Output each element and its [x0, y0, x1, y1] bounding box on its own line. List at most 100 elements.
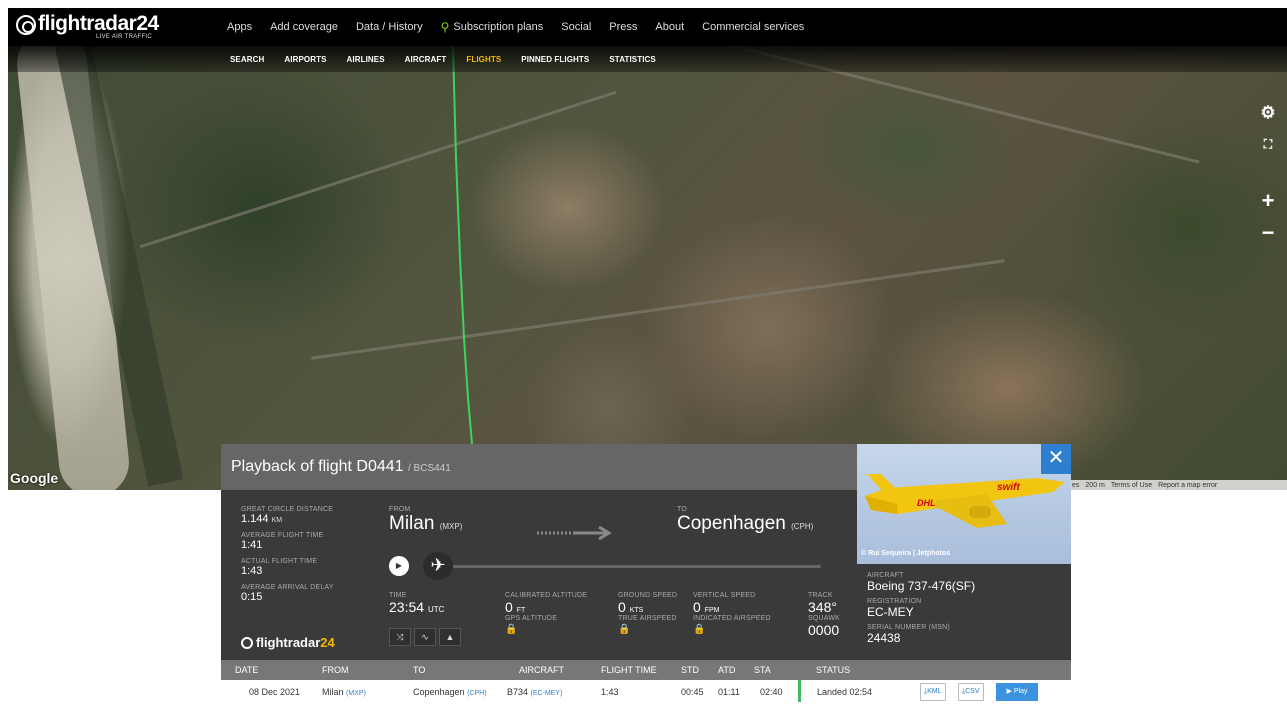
- close-icon[interactable]: ✕: [1041, 444, 1071, 474]
- collapse-icon[interactable]: ⤨: [389, 628, 411, 646]
- cal-alt-unit: FT: [516, 607, 526, 614]
- playback-slider[interactable]: [453, 565, 821, 568]
- from-code: (MXP): [439, 522, 463, 531]
- radar-logo-icon: [16, 15, 36, 35]
- zoom-in-icon[interactable]: +: [1255, 188, 1281, 214]
- aircraft-image: swift DHL: [865, 474, 1065, 528]
- subnav-search[interactable]: SEARCH: [220, 55, 274, 64]
- terms-link[interactable]: Terms of Use: [1111, 482, 1152, 489]
- nav-social[interactable]: Social: [552, 21, 600, 33]
- subnav-airports[interactable]: AIRPORTS: [274, 55, 336, 64]
- col-status: STATUS: [816, 665, 851, 675]
- row-aircraft-reg[interactable]: (EC-MEY): [531, 690, 563, 697]
- logo-number: 24: [136, 12, 159, 35]
- report-error-link[interactable]: Report a map error: [1158, 482, 1217, 489]
- download-csv-button[interactable]: ⤓CSV: [958, 683, 984, 701]
- subnav-aircraft[interactable]: AIRCRAFT: [395, 55, 457, 64]
- map-road: [311, 259, 1005, 360]
- kml-label: KML: [927, 688, 942, 695]
- lock-icon[interactable]: 🔒: [618, 624, 677, 635]
- to-code: (CPH): [791, 522, 814, 531]
- from-city: Milan (MXP): [389, 513, 462, 535]
- from-city-name: Milan: [389, 513, 435, 534]
- track-squawk: TRACK 348° SQUAWK 0000: [808, 592, 840, 638]
- logo-text: flightradar24: [38, 12, 159, 36]
- table-row[interactable]: 08 Dec 2021 Milan (MXP) Copenhagen (CPH)…: [221, 680, 1071, 704]
- gear-icon[interactable]: ⚙: [1255, 100, 1281, 126]
- play-button[interactable]: ▶: [389, 556, 409, 576]
- lock-icon[interactable]: 🔒: [693, 624, 771, 635]
- nav-data-history[interactable]: Data / History: [347, 21, 432, 33]
- subnav-airlines[interactable]: AIRLINES: [337, 55, 395, 64]
- row-date: 08 Dec 2021: [249, 687, 301, 697]
- nav-commercial-services[interactable]: Commercial services: [693, 21, 813, 33]
- row-to-city: Copenhagen: [413, 687, 465, 697]
- route-line-icon[interactable]: ∿: [414, 628, 436, 646]
- download-kml-button[interactable]: ⤓KML: [920, 683, 946, 701]
- map-attribution: es 200 m Terms of Use Report a map error: [1068, 480, 1287, 490]
- nav-press[interactable]: Press: [600, 21, 646, 33]
- to-label: TO: [677, 506, 687, 513]
- route-to: TO Copenhagen (CPH): [677, 506, 813, 535]
- panel-body: GREAT CIRCLE DISTANCE 1.144 KM AVERAGE F…: [221, 490, 857, 660]
- actual-time-label: ACTUAL FLIGHT TIME: [241, 558, 318, 565]
- serial-label: SERIAL NUMBER (MSN): [867, 624, 950, 631]
- fullscreen-icon[interactable]: ⛶: [1255, 131, 1281, 157]
- route-from: FROM Milan (MXP): [389, 506, 462, 535]
- altitude-graph-icon[interactable]: ▲: [439, 628, 461, 646]
- cal-alt-label: CALIBRATED ALTITUDE: [505, 592, 588, 599]
- col-from: FROM: [322, 665, 349, 675]
- nav-add-coverage[interactable]: Add coverage: [261, 21, 347, 33]
- avg-delay-value: 0:15: [241, 591, 263, 603]
- vert-speed-number: 0: [693, 599, 701, 615]
- aircraft-panel: swift DHL © Rui Sequeira | Jetphotos ✕ A…: [857, 444, 1071, 660]
- route-arrow-icon: [537, 526, 612, 540]
- flight-stats: GREAT CIRCLE DISTANCE 1.144 KM AVERAGE F…: [241, 506, 371, 610]
- serial-value: 24438: [867, 631, 901, 645]
- row-from-city: Milan: [322, 687, 344, 697]
- flights-table-header: DATE FROM TO AIRCRAFT FLIGHT TIME STD AT…: [221, 660, 1071, 680]
- nav-about[interactable]: About: [646, 21, 693, 33]
- cal-alt-number: 0: [505, 599, 513, 615]
- gcd-value: 1.144 KM: [241, 513, 371, 525]
- nav-subscription-label: Subscription plans: [453, 21, 544, 33]
- subnav-statistics[interactable]: STATISTICS: [599, 55, 665, 64]
- zoom-out-icon[interactable]: −: [1255, 220, 1281, 246]
- row-from-code[interactable]: (MXP): [346, 690, 366, 697]
- subnav-flights[interactable]: FLIGHTS: [456, 55, 511, 64]
- row-to: Copenhagen (CPH): [413, 680, 487, 704]
- row-to-code[interactable]: (CPH): [467, 690, 486, 697]
- nav-apps[interactable]: Apps: [218, 21, 261, 33]
- play-row-button[interactable]: ▶ Play: [996, 683, 1038, 701]
- livery-swift-text: swift: [997, 482, 1020, 493]
- avg-delay-label: AVERAGE ARRIVAL DELAY: [241, 584, 334, 591]
- aircraft-photo[interactable]: swift DHL © Rui Sequeira | Jetphotos: [857, 444, 1071, 564]
- actual-time-value: 1:43: [241, 565, 263, 577]
- panel-fr24-logo: flightradar24: [241, 635, 335, 650]
- photo-credit[interactable]: © Rui Sequeira | Jetphotos: [861, 550, 950, 557]
- ground-speed-label: GROUND SPEED: [618, 592, 678, 599]
- airplane-icon[interactable]: ✈: [423, 552, 453, 580]
- sub-navbar: SEARCH AIRPORTS AIRLINES AIRCRAFT FLIGHT…: [8, 46, 1287, 72]
- flightradar24-logo[interactable]: flightradar24 LIVE AIR TRAFFIC: [16, 12, 176, 42]
- subnav-pinned-flights[interactable]: PINNED FLIGHTS: [511, 55, 599, 64]
- satellite-map[interactable]: [8, 8, 1287, 490]
- map-scale: 200 m: [1085, 481, 1105, 489]
- squawk-value: 0000: [808, 622, 840, 638]
- nav-subscription-plans[interactable]: ⚲ Subscription plans: [432, 20, 553, 34]
- col-flight-time: FLIGHT TIME: [601, 665, 657, 675]
- livery-dhl-text: DHL: [917, 498, 936, 508]
- calibrated-altitude: CALIBRATED ALTITUDE 0 FT GPS ALTITUDE 🔒: [505, 592, 587, 635]
- panel-callsign: / BCS441: [408, 463, 451, 474]
- location-pin-icon: ⚲: [440, 20, 450, 34]
- ground-speed-number: 0: [618, 599, 626, 615]
- lock-icon[interactable]: 🔒: [505, 624, 587, 635]
- logo-tagline: LIVE AIR TRAFFIC: [96, 34, 153, 40]
- panel-logo-number: 24: [320, 635, 335, 650]
- row-std: 00:45: [681, 687, 704, 697]
- radar-logo-icon: [241, 637, 253, 649]
- col-std: STD: [681, 665, 699, 675]
- row-aircraft: B734 (EC-MEY): [507, 680, 562, 704]
- col-to: TO: [413, 665, 426, 675]
- time-label: TIME: [389, 592, 407, 599]
